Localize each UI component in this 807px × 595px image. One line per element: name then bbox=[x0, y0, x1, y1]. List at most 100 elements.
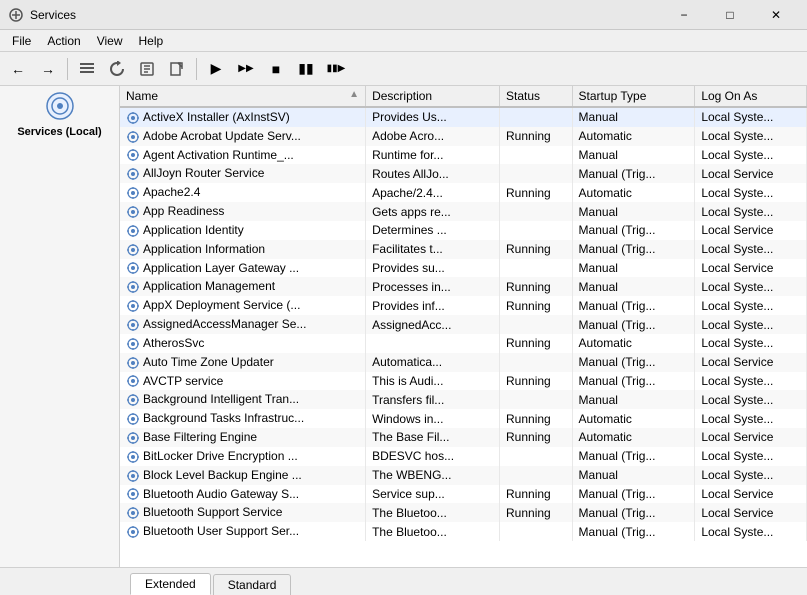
service-status bbox=[500, 390, 573, 409]
table-row[interactable]: Application ManagementProcesses in...Run… bbox=[120, 277, 807, 296]
toolbar-export[interactable] bbox=[163, 56, 191, 82]
table-wrapper[interactable]: Name ▲ Description Status Startup Type L… bbox=[120, 86, 807, 567]
toolbar-start[interactable]: ▶ bbox=[202, 56, 230, 82]
service-icon bbox=[126, 204, 143, 218]
toolbar-restart[interactable]: ▮▮▶ bbox=[322, 56, 350, 82]
service-icon bbox=[126, 185, 143, 199]
tab-extended[interactable]: Extended bbox=[130, 573, 211, 595]
service-icon bbox=[126, 317, 143, 331]
table-row[interactable]: Agent Activation Runtime_...Runtime for.… bbox=[120, 146, 807, 165]
toolbar-start-selected[interactable]: ▶▶ bbox=[232, 56, 260, 82]
maximize-button[interactable]: □ bbox=[707, 0, 753, 30]
service-status bbox=[500, 353, 573, 372]
service-name: BitLocker Drive Encryption ... bbox=[143, 449, 298, 463]
service-logOnAs: Local Syste... bbox=[695, 183, 807, 202]
service-logOnAs: Local Syste... bbox=[695, 447, 807, 466]
service-description: The Bluetoo... bbox=[366, 522, 500, 541]
table-row[interactable]: BitLocker Drive Encryption ...BDESVC hos… bbox=[120, 447, 807, 466]
table-row[interactable]: AppX Deployment Service (...Provides inf… bbox=[120, 296, 807, 315]
service-status bbox=[500, 259, 573, 278]
table-row[interactable]: Bluetooth Support Service The Bluetoo...R… bbox=[120, 503, 807, 522]
col-startup-type[interactable]: Startup Type bbox=[572, 86, 695, 107]
table-row[interactable]: Bluetooth Audio Gateway S...Service sup.… bbox=[120, 485, 807, 504]
service-startupType: Manual (Trig... bbox=[572, 353, 695, 372]
service-name: Background Tasks Infrastruc... bbox=[143, 411, 304, 425]
table-row[interactable]: Application Layer Gateway ...Provides su… bbox=[120, 259, 807, 278]
service-description: Adobe Acro... bbox=[366, 127, 500, 146]
service-icon bbox=[126, 430, 143, 444]
service-icon bbox=[126, 110, 143, 124]
service-logOnAs: Local Syste... bbox=[695, 277, 807, 296]
service-startupType: Automatic bbox=[572, 127, 695, 146]
service-logOnAs: Local Service bbox=[695, 164, 807, 183]
toolbar-pause[interactable]: ▮▮ bbox=[292, 56, 320, 82]
table-row[interactable]: Apache2.4Apache/2.4...RunningAutomaticLo… bbox=[120, 183, 807, 202]
service-description: The Bluetoo... bbox=[366, 503, 500, 522]
minimize-button[interactable]: − bbox=[661, 0, 707, 30]
service-description: Determines ... bbox=[366, 221, 500, 240]
toolbar-back[interactable]: ← bbox=[4, 56, 32, 82]
menu-action[interactable]: Action bbox=[39, 30, 88, 52]
service-startupType: Manual bbox=[572, 146, 695, 165]
service-name: Apache2.4 bbox=[143, 185, 200, 199]
toolbar-stop[interactable]: ■ bbox=[262, 56, 290, 82]
service-icon bbox=[126, 487, 143, 501]
menu-help[interactable]: Help bbox=[131, 30, 172, 52]
service-status: Running bbox=[500, 503, 573, 522]
service-logOnAs: Local Syste... bbox=[695, 296, 807, 315]
table-row[interactable]: Adobe Acrobat Update Serv...Adobe Acro..… bbox=[120, 127, 807, 146]
service-name: AppX Deployment Service (... bbox=[143, 298, 300, 312]
service-startupType: Manual bbox=[572, 259, 695, 278]
toolbar-properties[interactable] bbox=[133, 56, 161, 82]
service-logOnAs: Local Service bbox=[695, 353, 807, 372]
table-row[interactable]: ActiveX Installer (AxInstSV)Provides Us.… bbox=[120, 107, 807, 127]
col-name[interactable]: Name ▲ bbox=[120, 86, 366, 107]
service-logOnAs: Local Service bbox=[695, 428, 807, 447]
service-startupType: Automatic bbox=[572, 428, 695, 447]
table-row[interactable]: Base Filtering EngineThe Base Fil...Runn… bbox=[120, 428, 807, 447]
service-logOnAs: Local Syste... bbox=[695, 146, 807, 165]
service-status: Running bbox=[500, 127, 573, 146]
table-row[interactable]: AssignedAccessManager Se...AssignedAcc..… bbox=[120, 315, 807, 334]
left-panel: Services (Local) bbox=[0, 86, 120, 567]
col-description[interactable]: Description bbox=[366, 86, 500, 107]
service-icon bbox=[126, 166, 143, 180]
table-row[interactable]: App ReadinessGets apps re...ManualLocal … bbox=[120, 202, 807, 221]
menu-view[interactable]: View bbox=[89, 30, 131, 52]
close-button[interactable]: ✕ bbox=[753, 0, 799, 30]
service-icon bbox=[126, 449, 143, 463]
service-name: ActiveX Installer (AxInstSV) bbox=[143, 110, 290, 124]
service-startupType: Manual (Trig... bbox=[572, 522, 695, 541]
table-row[interactable]: Background Tasks Infrastruc...Windows in… bbox=[120, 409, 807, 428]
table-row[interactable]: Block Level Backup Engine ...The WBENG..… bbox=[120, 466, 807, 485]
service-logOnAs: Local Syste... bbox=[695, 522, 807, 541]
service-description: Processes in... bbox=[366, 277, 500, 296]
service-startupType: Manual (Trig... bbox=[572, 503, 695, 522]
col-logon-as[interactable]: Log On As bbox=[695, 86, 807, 107]
service-description: Facilitates t... bbox=[366, 240, 500, 259]
toolbar-refresh[interactable] bbox=[103, 56, 131, 82]
col-status[interactable]: Status bbox=[500, 86, 573, 107]
table-row[interactable]: AtherosSvcRunningAutomaticLocal Syste... bbox=[120, 334, 807, 353]
service-description bbox=[366, 334, 500, 353]
table-row[interactable]: Bluetooth User Support Ser...The Bluetoo… bbox=[120, 522, 807, 541]
service-status: Running bbox=[500, 296, 573, 315]
service-status bbox=[500, 107, 573, 127]
service-startupType: Manual (Trig... bbox=[572, 164, 695, 183]
service-name: Bluetooth Support Service bbox=[143, 505, 282, 519]
menu-file[interactable]: File bbox=[4, 30, 39, 52]
service-name: Background Intelligent Tran... bbox=[143, 392, 299, 406]
table-row[interactable]: AllJoyn Router ServiceRoutes AllJo...Man… bbox=[120, 164, 807, 183]
tab-standard[interactable]: Standard bbox=[213, 574, 292, 595]
table-row[interactable]: Application InformationFacilitates t...R… bbox=[120, 240, 807, 259]
table-row[interactable]: Application IdentityDetermines ...Manual… bbox=[120, 221, 807, 240]
toolbar-forward[interactable]: → bbox=[34, 56, 62, 82]
table-row[interactable]: Background Intelligent Tran...Transfers … bbox=[120, 390, 807, 409]
service-startupType: Manual bbox=[572, 202, 695, 221]
menu-bar: File Action View Help bbox=[0, 30, 807, 52]
service-logOnAs: Local Service bbox=[695, 221, 807, 240]
service-description: The Base Fil... bbox=[366, 428, 500, 447]
table-row[interactable]: Auto Time Zone UpdaterAutomatica...Manua… bbox=[120, 353, 807, 372]
table-row[interactable]: AVCTP serviceThis is Audi...RunningManua… bbox=[120, 372, 807, 391]
toolbar-show-hide[interactable] bbox=[73, 56, 101, 82]
